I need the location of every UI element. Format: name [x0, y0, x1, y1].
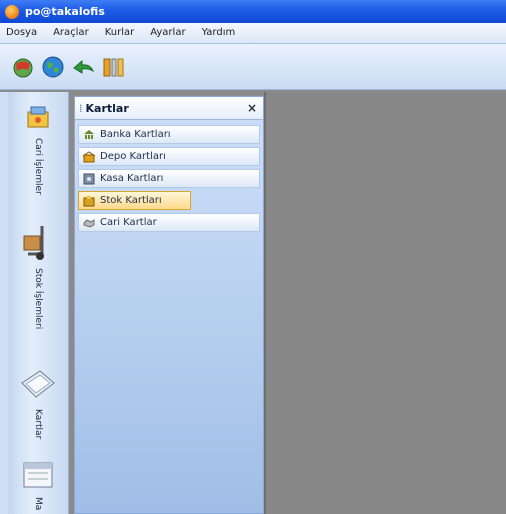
vtab-ma[interactable]: Ma: [8, 457, 68, 510]
menu-araclar[interactable]: Araçlar: [45, 23, 97, 43]
safe-icon: [83, 173, 95, 184]
panel-list: Banka Kartları Depo Kartları Kasa Kartla…: [75, 120, 263, 232]
vtab-stok-islemleri[interactable]: Stok İşlemleri: [8, 222, 68, 329]
hand-truck-icon: [23, 226, 44, 260]
menu-yardim[interactable]: Yardım: [194, 23, 244, 43]
back-button[interactable]: [70, 54, 96, 80]
panel-title: Kartlar: [85, 101, 129, 115]
vtab-cari-islemler[interactable]: Cari İşlemler: [8, 102, 68, 195]
cash-box-icon: [27, 106, 49, 128]
app-icon: [5, 4, 19, 19]
window-title: po@takalofis: [25, 5, 105, 18]
warehouse-icon: [83, 150, 95, 162]
stock-box-icon: [83, 195, 95, 206]
menu-dosya[interactable]: Dosya: [0, 23, 45, 43]
handshake-icon: [83, 218, 95, 228]
menu-ayarlar[interactable]: Ayarlar: [142, 23, 193, 43]
panel-close-button[interactable]: ×: [247, 101, 257, 115]
tools-icon: [103, 58, 124, 76]
main-workspace: [266, 92, 506, 514]
tools-button[interactable]: [100, 54, 126, 80]
vertical-nav: Cari İşlemler Stok İşlemleri Kartlar Ma: [8, 92, 69, 514]
kartlar-panel: ⁞ Kartlar × Banka Kartları Depo Kartları …: [74, 96, 264, 514]
grip-icon[interactable]: ⁞: [79, 102, 83, 115]
panel-header: ⁞ Kartlar ×: [75, 97, 263, 120]
vtab-kartlar[interactable]: Kartlar: [8, 367, 68, 439]
list-item-stok-kartlari[interactable]: Stok Kartları: [78, 191, 191, 210]
list-item-label: Stok Kartları: [100, 195, 162, 206]
menu-bar: Dosya Araçlar Kurlar Ayarlar Yardım: [0, 23, 506, 44]
vtab-label-kartlar: Kartlar: [33, 409, 43, 440]
vtab-label-cari: Cari İşlemler: [33, 138, 43, 195]
panel-title-wrap: ⁞ Kartlar: [79, 102, 129, 115]
globe-flag-button[interactable]: [10, 54, 36, 80]
globe-flag-icon: [13, 58, 33, 77]
earth-icon: [42, 56, 64, 77]
bank-icon: [84, 129, 94, 139]
title-bar: po@takalofis: [0, 0, 506, 23]
vtab-label-ma: Ma: [33, 497, 43, 511]
list-item-label: Banka Kartları: [100, 129, 171, 140]
list-item-cari-kartlar[interactable]: Cari Kartlar: [78, 213, 260, 232]
earth-button[interactable]: [40, 54, 66, 80]
toolbar: [0, 44, 506, 90]
list-item-depo-kartlari[interactable]: Depo Kartları: [78, 147, 260, 166]
calendar-icon: [23, 462, 53, 488]
list-item-kasa-kartlari[interactable]: Kasa Kartları: [78, 169, 260, 188]
vtab-label-stok: Stok İşlemleri: [33, 268, 43, 330]
list-item-label: Kasa Kartları: [100, 173, 164, 184]
card-file-icon: [21, 370, 55, 398]
back-arrow-icon: [73, 59, 95, 74]
menu-kurlar[interactable]: Kurlar: [97, 23, 143, 43]
list-item-label: Depo Kartları: [100, 151, 166, 162]
list-item-label: Cari Kartlar: [100, 217, 157, 228]
list-item-banka-kartlari[interactable]: Banka Kartları: [78, 125, 260, 144]
